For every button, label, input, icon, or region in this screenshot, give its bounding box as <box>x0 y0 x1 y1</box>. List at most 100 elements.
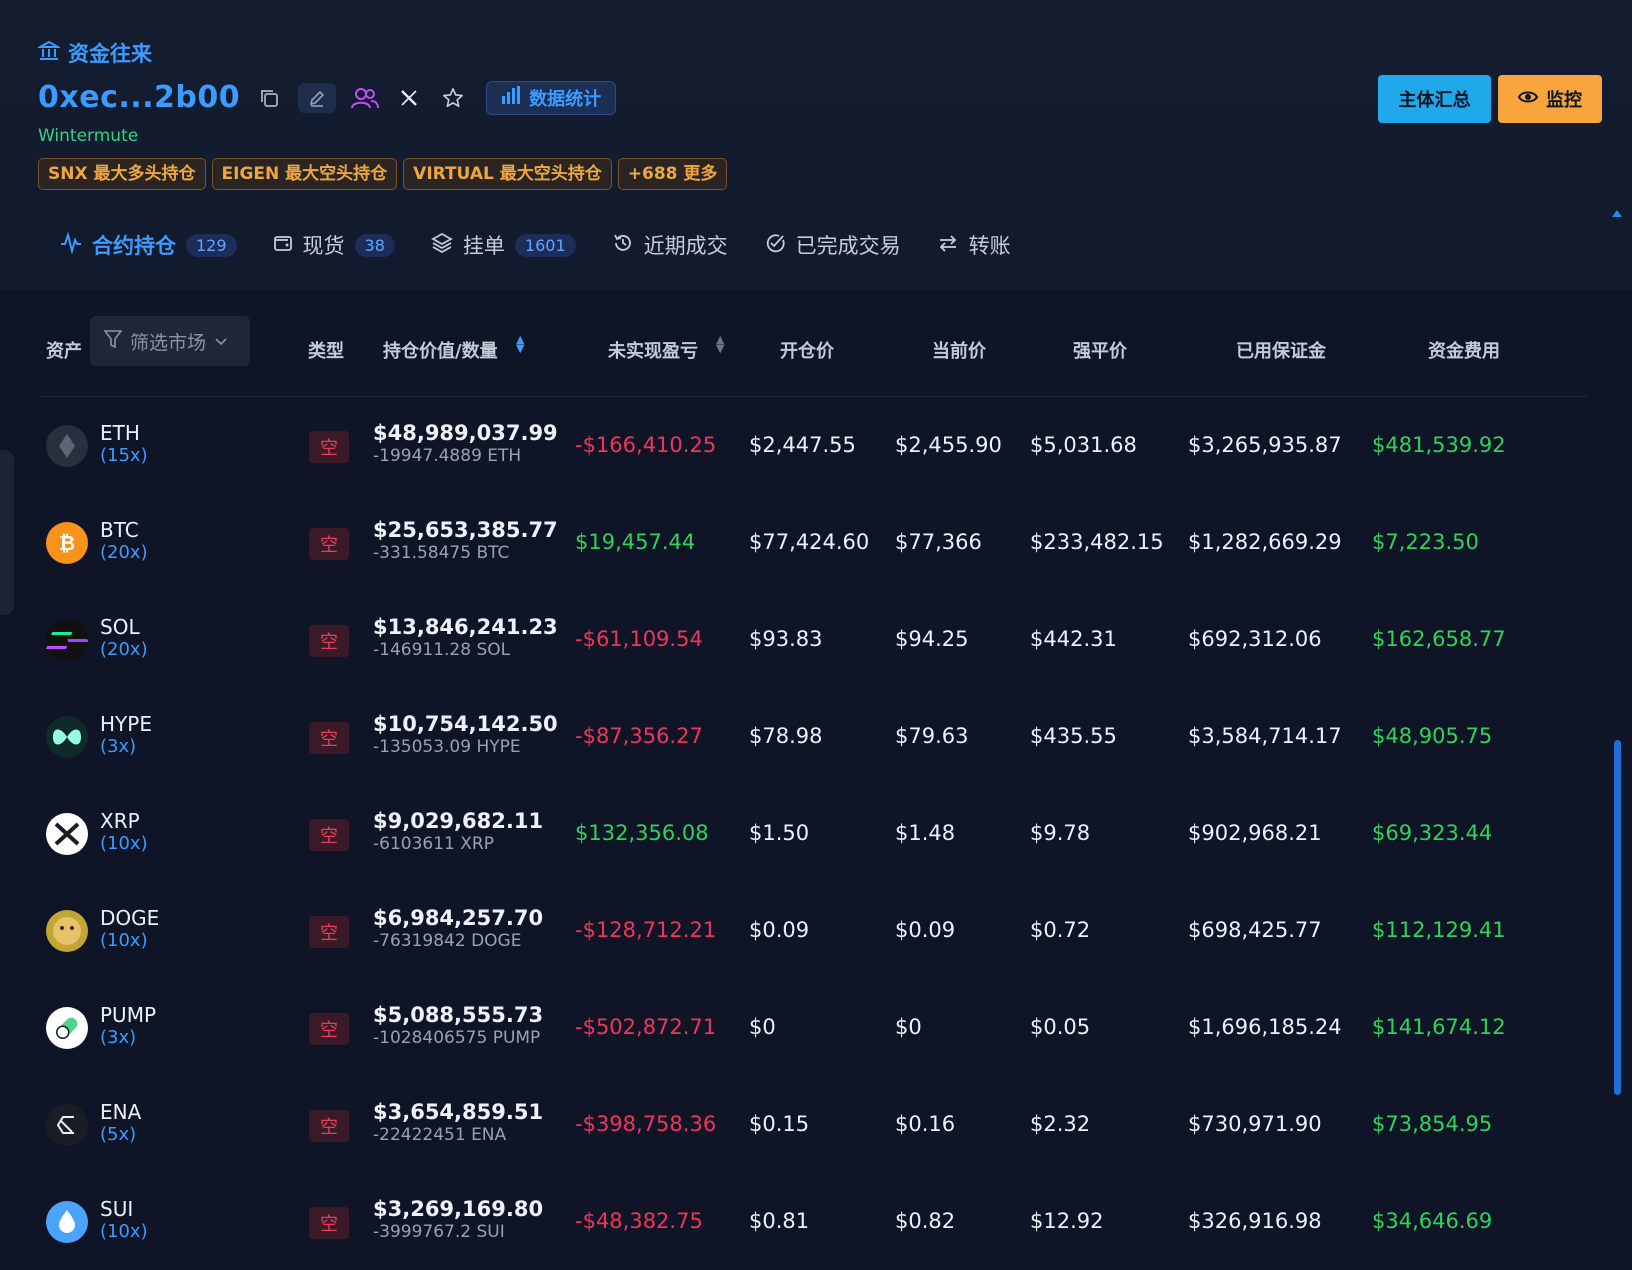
positions-table: 资产 筛选市场 类型 持仓价值/数量 ▲ ▼ 未实现盈亏 ▲ ▼ 开仓价 当前价 强… <box>38 300 1588 1270</box>
asset-symbol[interactable]: ETH <box>100 421 140 445</box>
unrealized-pnl-value: -$502,872.71 <box>575 1015 717 1039</box>
asset-symbol[interactable]: DOGE <box>100 906 159 930</box>
table-row[interactable]: XRP (10x) 空 $9,029,682.11 -6103611 XRP $132,3… <box>38 785 1588 882</box>
tab-recent-trades[interactable]: 近期成交 <box>612 230 728 260</box>
tab-transfers[interactable]: 转账 <box>937 230 1011 260</box>
position-quantity: -76319842 DOGE <box>373 931 522 951</box>
x-twitter-icon[interactable] <box>394 83 424 113</box>
leverage-label: (3x) <box>100 736 137 757</box>
tab-orders[interactable]: 挂单 1601 <box>431 230 576 260</box>
position-value: $5,088,555.73 <box>373 1003 544 1027</box>
funding-value: $73,854.95 <box>1372 1112 1493 1136</box>
leverage-label: (10x) <box>100 1221 148 1242</box>
tag-badge[interactable]: EIGEN 最大空头持仓 <box>211 158 398 190</box>
margin-used-value: $326,916.98 <box>1188 1209 1322 1233</box>
asset-symbol[interactable]: PUMP <box>100 1003 156 1027</box>
asset-symbol[interactable]: SUI <box>100 1197 133 1221</box>
tab-count-badge: 129 <box>186 233 237 257</box>
col-asset: 资产 <box>46 341 82 362</box>
bank-icon <box>36 40 62 67</box>
copy-icon[interactable] <box>254 83 284 113</box>
liquidation-price-value: $435.55 <box>1030 724 1117 748</box>
funding-value: $481,539.92 <box>1372 433 1506 457</box>
margin-used-value: $1,282,669.29 <box>1188 530 1342 554</box>
tag-badge[interactable]: SNX 最大多头持仓 <box>38 158 206 190</box>
wallet-address: 0xec...2b00 <box>38 80 241 115</box>
tab-completed-trades[interactable]: 已完成交易 <box>764 230 901 260</box>
sort-icon[interactable]: ▲ ▼ <box>716 334 724 354</box>
table-row[interactable]: ₿ BTC (20x) 空 $25,653,385.77 -331.58475 BTC $1… <box>38 494 1588 591</box>
col-type: 类型 <box>308 341 344 362</box>
tab-count-badge: 38 <box>354 233 395 257</box>
entry-price-value: $0 <box>749 1015 776 1039</box>
position-quantity: -3999767.2 SUI <box>373 1222 505 1242</box>
market-filter-dropdown[interactable]: 筛选市场 <box>90 316 250 366</box>
table-header: 资产 筛选市场 类型 持仓价值/数量 ▲ ▼ 未实现盈亏 ▲ ▼ 开仓价 当前价 强… <box>38 300 1588 397</box>
filter-label: 筛选市场 <box>130 331 207 354</box>
entry-price-value: $78.98 <box>749 724 823 748</box>
margin-used-value: $902,968.21 <box>1188 821 1322 845</box>
mark-price-value: $0.09 <box>895 918 956 942</box>
funding-value: $162,658.77 <box>1372 627 1506 651</box>
scroll-up-arrow-icon[interactable] <box>1612 210 1622 217</box>
position-quantity: -331.58475 BTC <box>373 543 510 563</box>
unrealized-pnl-value: $132,356.08 <box>575 821 709 845</box>
entity-summary-button[interactable]: 主体汇总 <box>1378 75 1491 123</box>
position-value: $13,846,241.23 <box>373 615 558 639</box>
asset-symbol[interactable]: HYPE <box>100 712 152 736</box>
mark-price-value: $2,455.90 <box>895 433 1002 457</box>
asset-symbol[interactable]: ENA <box>100 1100 141 1124</box>
position-type-badge: 空 <box>309 916 349 948</box>
table-body: ETH (15x) 空 $48,989,037.99 -19947.4889 ETH -$… <box>38 397 1588 1270</box>
hype-icon <box>46 716 88 758</box>
tab-label: 挂单 <box>462 234 505 258</box>
users-icon[interactable] <box>350 83 380 113</box>
position-quantity: -19947.4889 ETH <box>373 446 522 466</box>
unrealized-pnl-value: $19,457.44 <box>575 530 696 554</box>
leverage-label: (10x) <box>100 930 148 951</box>
mark-price-value: $1.48 <box>895 821 956 845</box>
position-quantity: -1028406575 PUMP <box>373 1028 541 1048</box>
side-drawer-handle[interactable] <box>0 450 14 615</box>
position-value: $48,989,037.99 <box>373 421 558 445</box>
mark-price-value: $94.25 <box>895 627 969 651</box>
liquidation-price-value: $442.31 <box>1030 627 1117 651</box>
table-row[interactable]: PUMP (3x) 空 $5,088,555.73 -1028406575 PUMP -$… <box>38 979 1588 1076</box>
unrealized-pnl-value: -$61,109.54 <box>575 627 703 651</box>
leverage-label: (15x) <box>100 445 148 466</box>
monitor-button[interactable]: 监控 <box>1498 75 1602 123</box>
star-icon[interactable] <box>438 83 468 113</box>
liquidation-price-value: $233,482.15 <box>1030 530 1164 554</box>
col-value[interactable]: 持仓价值/数量 <box>383 337 498 363</box>
more-tags-badge[interactable]: +688 更多 <box>617 158 728 190</box>
position-value: $10,754,142.50 <box>373 712 558 736</box>
scrollbar-thumb[interactable] <box>1614 740 1621 1095</box>
data-stats-button[interactable]: 数据统计 <box>486 80 617 115</box>
table-row[interactable]: ENA (5x) 空 $3,654,859.51 -22422451 ENA -$398,… <box>38 1076 1588 1173</box>
table-row[interactable]: DOGE (10x) 空 $6,984,257.70 -76319842 DOGE -$1… <box>38 882 1588 979</box>
edit-icon[interactable] <box>298 82 337 113</box>
asset-symbol[interactable]: SOL <box>100 615 140 639</box>
tag-badge[interactable]: VIRTUAL 最大空头持仓 <box>403 158 612 190</box>
table-row[interactable]: SOL (20x) 空 $13,846,241.23 -146911.28 SOL -$6… <box>38 591 1588 688</box>
funding-value: $69,323.44 <box>1372 821 1493 845</box>
sort-icon[interactable]: ▲ ▼ <box>516 334 524 354</box>
tab-contract-positions[interactable]: 合约持仓 129 <box>60 230 237 260</box>
table-row[interactable]: ETH (15x) 空 $48,989,037.99 -19947.4889 ETH -$… <box>38 397 1588 494</box>
margin-used-value: $3,265,935.87 <box>1188 433 1342 457</box>
table-row[interactable]: HYPE (3x) 空 $10,754,142.50 -135053.09 HYPE -$… <box>38 688 1588 785</box>
table-row[interactable]: SUI (10x) 空 $3,269,169.80 -3999767.2 SUI -$48… <box>38 1173 1588 1270</box>
margin-used-value: $3,584,714.17 <box>1188 724 1342 748</box>
leverage-label: (10x) <box>100 833 148 854</box>
history-icon <box>612 232 634 259</box>
asset-symbol[interactable]: BTC <box>100 518 139 542</box>
filter-icon <box>103 329 123 354</box>
position-value: $3,654,859.51 <box>373 1100 544 1124</box>
tab-spot[interactable]: 现货 38 <box>273 230 395 260</box>
funding-value: $34,646.69 <box>1372 1209 1493 1233</box>
position-value: $6,984,257.70 <box>373 906 544 930</box>
asset-symbol[interactable]: XRP <box>100 809 140 833</box>
funding-value: $141,674.12 <box>1372 1015 1506 1039</box>
leverage-label: (5x) <box>100 1124 137 1145</box>
col-unrealized-pnl[interactable]: 未实现盈亏 <box>608 337 698 363</box>
